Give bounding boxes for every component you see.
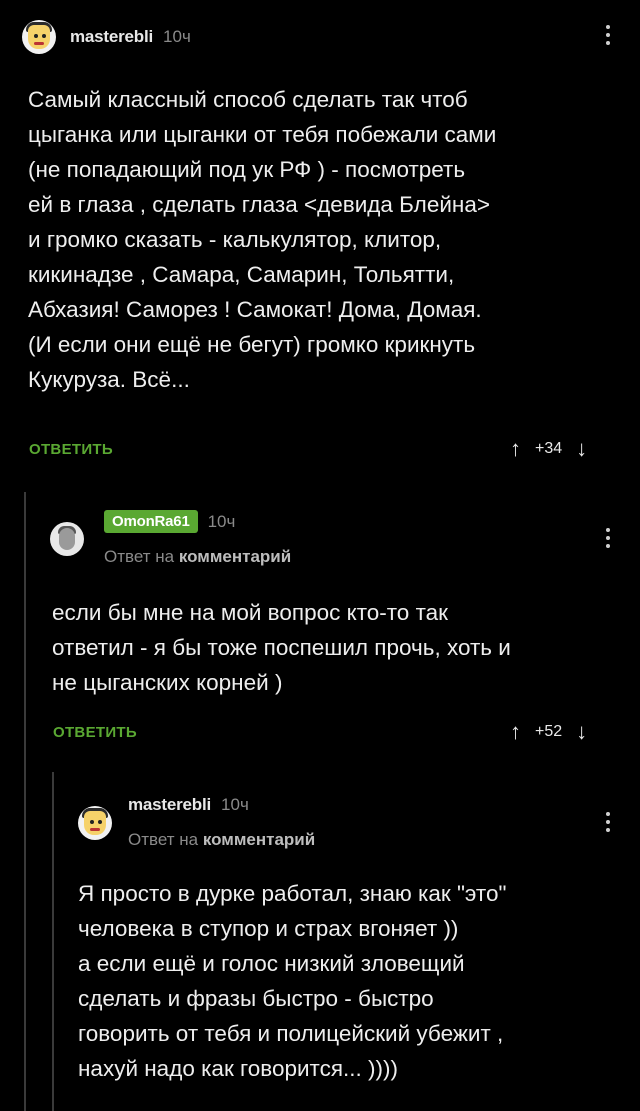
- more-options-icon[interactable]: [606, 812, 610, 832]
- upvote-icon[interactable]: ↑: [510, 436, 521, 462]
- username-row: OmonRa61 10ч: [104, 510, 235, 533]
- user-avatar[interactable]: [50, 522, 84, 556]
- comment-header: [50, 522, 84, 556]
- upvote-icon[interactable]: ↑: [510, 719, 521, 745]
- username[interactable]: masterebli: [70, 27, 153, 47]
- reply-to-prefix: Ответ на: [104, 547, 175, 566]
- comment-header: [78, 806, 112, 840]
- thread-line[interactable]: [52, 772, 54, 1111]
- reply-to-line: Ответ на комментарий: [104, 547, 291, 567]
- score: +34: [535, 440, 563, 457]
- timestamp: 10ч: [163, 27, 191, 46]
- comment-header: masterebli 10ч: [22, 20, 191, 54]
- reply-to-link[interactable]: комментарий: [179, 547, 291, 566]
- user-avatar[interactable]: [22, 20, 56, 54]
- reply-to-link[interactable]: комментарий: [203, 830, 315, 849]
- more-options-icon[interactable]: [606, 25, 610, 45]
- comment-text: Самый классный способ сделать так чтоб ц…: [28, 87, 497, 392]
- timestamp: 10ч: [221, 795, 249, 814]
- timestamp: 10ч: [207, 511, 236, 531]
- reply-button[interactable]: ОТВЕТИТЬ: [53, 724, 137, 741]
- vote-controls: ↑ +34 ↓: [510, 436, 587, 462]
- more-options-icon[interactable]: [606, 528, 610, 548]
- username-row: masterebli 10ч: [128, 795, 249, 815]
- downvote-icon[interactable]: ↓: [576, 436, 587, 462]
- downvote-icon[interactable]: ↓: [576, 719, 587, 745]
- thread-line[interactable]: [24, 492, 26, 1111]
- username[interactable]: masterebli: [128, 795, 211, 815]
- comment-text: если бы мне на мой вопрос кто-то так отв…: [52, 600, 511, 695]
- username-badge[interactable]: OmonRa61: [104, 510, 198, 533]
- user-avatar[interactable]: [78, 806, 112, 840]
- score: +52: [535, 723, 563, 740]
- comment-text: Я просто в дурке работал, знаю как "это"…: [78, 881, 507, 1081]
- reply-to-prefix: Ответ на: [128, 830, 199, 849]
- vote-controls: ↑ +52 ↓: [510, 719, 587, 745]
- reply-to-line: Ответ на комментарий: [128, 830, 315, 850]
- reply-button[interactable]: ОТВЕТИТЬ: [29, 441, 113, 458]
